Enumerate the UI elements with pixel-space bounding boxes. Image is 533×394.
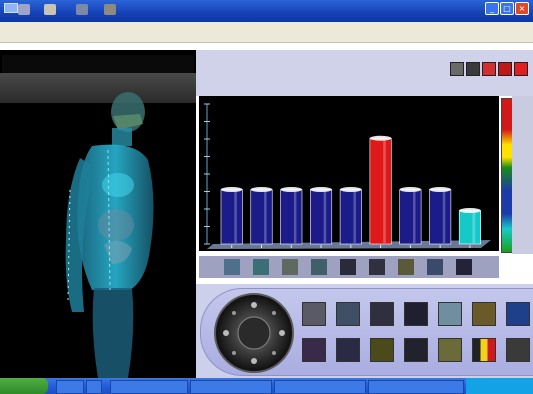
wheel-markers	[223, 302, 285, 364]
bar-chart	[204, 103, 491, 249]
scale-panel	[512, 96, 533, 254]
chart-bar-cap	[429, 187, 451, 193]
taskbar-item-3[interactable]	[274, 380, 366, 394]
taskbar-item-2[interactable]	[190, 380, 272, 394]
chart-bar	[220, 189, 243, 245]
chart-bar-cap	[250, 187, 273, 193]
chart-bar-highlight	[353, 191, 356, 243]
flag-tool-icon[interactable]	[472, 338, 496, 362]
toolbar	[0, 22, 533, 43]
chart-bar	[339, 189, 362, 245]
toolbar-back-icon[interactable]	[18, 4, 30, 15]
body-tool-icon[interactable]	[404, 338, 428, 362]
chart-bar-highlight	[412, 191, 416, 243]
start-button[interactable]	[0, 378, 48, 394]
close-button[interactable]: ×	[515, 2, 529, 15]
toolbar-refresh-icon[interactable]	[104, 4, 116, 15]
category-9-icon[interactable]	[456, 259, 472, 275]
app-icon	[4, 3, 18, 13]
probe-tool-icon[interactable]	[404, 302, 428, 326]
category-6-icon[interactable]	[369, 259, 385, 275]
category-5-icon[interactable]	[340, 259, 356, 275]
quicklaunch-icons[interactable]	[56, 380, 84, 394]
chart-bar-cap	[310, 187, 332, 193]
skeleton-tool-icon[interactable]	[370, 302, 394, 326]
maximize-button[interactable]: □	[500, 2, 514, 15]
category-1-icon[interactable]	[224, 259, 240, 275]
chart-bar	[458, 210, 481, 245]
graph-tool-icon[interactable]	[336, 338, 360, 362]
chart-bar-cap	[340, 187, 362, 193]
chart-bar-highlight	[264, 191, 267, 243]
chart-bar-highlight	[323, 191, 327, 243]
chart-bar	[250, 189, 273, 245]
chart-bar	[369, 137, 392, 245]
chart-bar-highlight	[383, 140, 386, 243]
chart-bar-cap	[399, 187, 422, 193]
chart-bar	[429, 189, 452, 245]
chart-bar-highlight	[472, 212, 476, 243]
chart-bar	[399, 189, 422, 245]
chart-bar-cap	[221, 187, 243, 193]
category-4-icon[interactable]	[311, 259, 327, 275]
panel-settings-button[interactable]	[450, 62, 464, 76]
chart-bar-cap	[369, 135, 392, 141]
category-3-icon[interactable]	[282, 259, 298, 275]
chart-bar	[310, 189, 333, 245]
system-tray	[466, 378, 533, 394]
category-2-icon[interactable]	[253, 259, 269, 275]
chart-tool-icon[interactable]	[302, 338, 326, 362]
toolbar-stop-icon[interactable]	[76, 4, 88, 15]
chart-bar-highlight	[293, 191, 297, 243]
chart-bar-highlight	[442, 191, 446, 243]
chart-bar-cap	[459, 208, 481, 214]
toolbar-forward-icon[interactable]	[44, 4, 56, 15]
human-body-figure	[65, 92, 154, 378]
report-tool-icon[interactable]	[472, 302, 496, 326]
compare-tool-icon[interactable]	[370, 338, 394, 362]
category-8-icon[interactable]	[427, 259, 443, 275]
quicklaunch-icon[interactable]	[86, 380, 102, 394]
person-tool-icon[interactable]	[506, 338, 530, 362]
category-7-icon[interactable]	[398, 259, 414, 275]
minimize-button[interactable]: _	[485, 2, 499, 15]
map-tool-icon[interactable]	[438, 302, 462, 326]
taskbar-item-4[interactable]	[368, 380, 464, 394]
panel-record-button[interactable]	[482, 62, 496, 76]
export-tool-icon[interactable]	[506, 302, 530, 326]
taskbar-item-1[interactable]	[110, 380, 188, 394]
panel-close-button[interactable]	[514, 62, 528, 76]
panel-print-button[interactable]	[466, 62, 480, 76]
remedy-tool-icon[interactable]	[438, 338, 462, 362]
chart-bar-cap	[280, 187, 302, 193]
chart-bar-highlight	[234, 191, 237, 243]
organ-tool-icon[interactable]	[336, 302, 360, 326]
scan-tool-icon[interactable]	[302, 302, 326, 326]
panel-stop-button[interactable]	[498, 62, 512, 76]
chart-bar	[280, 189, 303, 245]
